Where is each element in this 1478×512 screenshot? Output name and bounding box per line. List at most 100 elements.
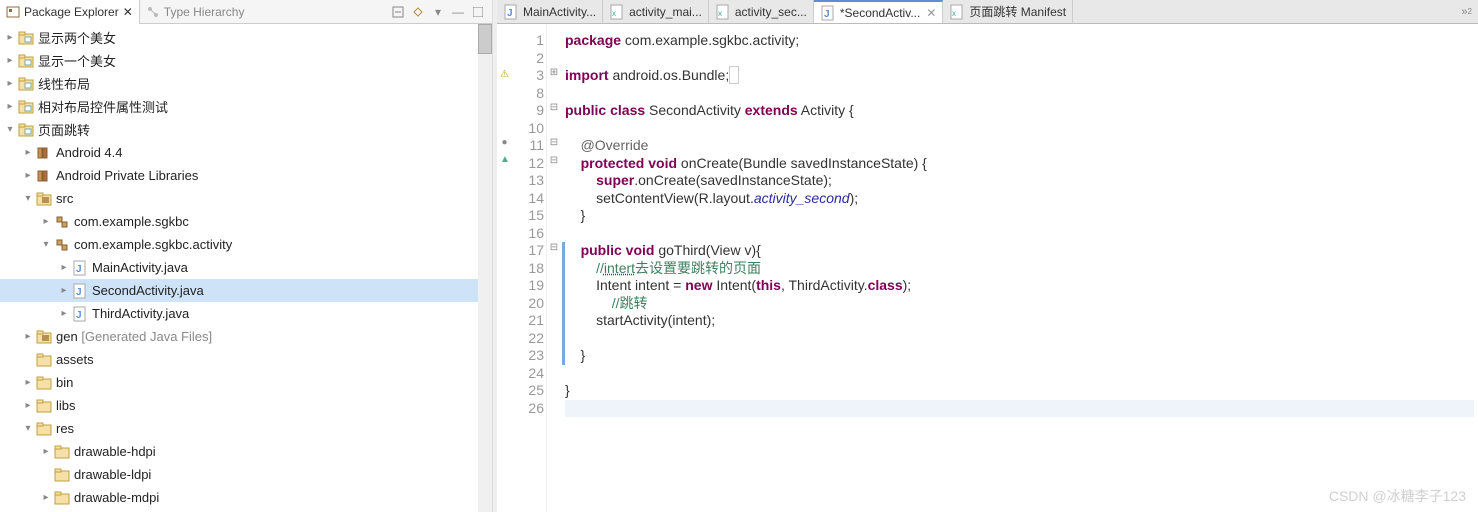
tree-item[interactable]: 显示一个美女: [0, 49, 492, 72]
editor-tab[interactable]: J*SecondActiv...✕: [814, 0, 944, 23]
line-number: 2: [512, 50, 546, 68]
tree-item-label: com.example.sgkbc.activity: [74, 237, 232, 252]
tree-item-label: MainActivity.java: [92, 260, 188, 275]
fold-toggle: [547, 382, 561, 400]
expand-arrow-icon[interactable]: [2, 32, 18, 43]
project-tree[interactable]: 显示两个美女显示一个美女线性布局相对布局控件属性测试页面跳转Android 4.…: [0, 24, 492, 512]
xml-file-icon: x: [609, 4, 625, 20]
tree-item[interactable]: Android Private Libraries: [0, 164, 492, 187]
fold-toggle: [547, 172, 561, 190]
expand-arrow-icon[interactable]: [20, 170, 36, 181]
line-number: 22: [512, 330, 546, 348]
tree-item-label: 相对布局控件属性测试: [38, 97, 168, 116]
expand-arrow-icon[interactable]: [20, 147, 36, 158]
view-menu-icon[interactable]: ▾: [430, 4, 446, 20]
expand-arrow-icon[interactable]: [38, 239, 54, 250]
editor-tab[interactable]: xactivity_mai...: [603, 0, 709, 23]
expand-arrow-icon[interactable]: [56, 308, 72, 319]
xml-file-icon: x: [715, 4, 731, 20]
editor-tab[interactable]: JMainActivity...: [497, 0, 603, 23]
expand-arrow-icon[interactable]: [20, 331, 36, 342]
panel-toolbar: ▾ —: [390, 4, 492, 20]
folder-icon: [36, 375, 52, 391]
expand-arrow-icon[interactable]: [56, 285, 72, 296]
tree-item[interactable]: com.example.sgkbc: [0, 210, 492, 233]
code-line: protected void onCreate(Bundle savedInst…: [565, 155, 1474, 173]
tree-item[interactable]: com.example.sgkbc.activity: [0, 233, 492, 256]
tree-item[interactable]: drawable-hdpi: [0, 440, 492, 463]
fold-toggle[interactable]: ⊟: [547, 155, 561, 173]
folder-icon: [54, 490, 70, 506]
expand-arrow-icon[interactable]: [56, 262, 72, 273]
code-line: [562, 330, 1474, 348]
tabs-overflow-icon[interactable]: »2: [1455, 0, 1478, 23]
expand-arrow-icon[interactable]: [38, 216, 54, 227]
package-explorer-tab[interactable]: Package Explorer ✕: [0, 0, 140, 24]
expand-arrow-icon[interactable]: [20, 400, 36, 411]
tree-item[interactable]: 页面跳转: [0, 118, 492, 141]
folder-icon: [36, 352, 52, 368]
expand-arrow-icon[interactable]: [38, 446, 54, 457]
code-line: //跳转: [562, 295, 1474, 313]
collapse-all-icon[interactable]: [390, 4, 406, 20]
proj-icon: [18, 53, 34, 69]
tree-item[interactable]: src: [0, 187, 492, 210]
editor-tab[interactable]: x页面跳转 Manifest: [943, 0, 1073, 23]
close-icon[interactable]: ✕: [926, 6, 936, 20]
expand-arrow-icon[interactable]: [2, 101, 18, 112]
tree-item[interactable]: gen [Generated Java Files]: [0, 325, 492, 348]
code-line: [565, 365, 1474, 383]
expand-arrow-icon[interactable]: [2, 78, 18, 89]
code-line: startActivity(intent);: [562, 312, 1474, 330]
expand-arrow-icon[interactable]: [2, 124, 18, 135]
minimize-icon[interactable]: —: [450, 4, 466, 20]
expand-arrow-icon[interactable]: [20, 423, 36, 434]
tree-item[interactable]: 相对布局控件属性测试: [0, 95, 492, 118]
tree-item[interactable]: Android 4.4: [0, 141, 492, 164]
tree-item[interactable]: assets: [0, 348, 492, 371]
fold-toggle[interactable]: ⊟: [547, 102, 561, 120]
java-icon: J: [72, 306, 88, 322]
fold-toggle: [547, 260, 561, 278]
srcfolder-icon: [36, 329, 52, 345]
expand-arrow-icon[interactable]: [2, 55, 18, 66]
expand-arrow-icon[interactable]: [38, 492, 54, 503]
expand-arrow-icon[interactable]: [20, 193, 36, 204]
tree-item[interactable]: J MainActivity.java: [0, 256, 492, 279]
link-editor-icon[interactable]: [410, 4, 426, 20]
tree-item-label: 线性布局: [38, 74, 90, 93]
pkg-icon: [54, 237, 70, 253]
line-number: 17: [512, 242, 546, 260]
java-icon: J: [72, 260, 88, 276]
tree-item[interactable]: bin: [0, 371, 492, 394]
tab-label: 页面跳转 Manifest: [969, 3, 1066, 20]
close-icon[interactable]: ✕: [123, 5, 133, 19]
expand-arrow-icon[interactable]: [20, 377, 36, 388]
editor-tab[interactable]: xactivity_sec...: [709, 0, 814, 23]
tree-item[interactable]: JThirdActivity.java: [0, 302, 492, 325]
maximize-icon[interactable]: [470, 4, 486, 20]
tree-item-label: SecondActivity.java: [92, 283, 204, 298]
code-line: [565, 225, 1474, 243]
code-line: [565, 120, 1474, 138]
tree-scrollbar[interactable]: [478, 24, 492, 512]
type-hierarchy-tab[interactable]: Type Hierarchy: [140, 0, 251, 24]
gutter-marker: [497, 83, 512, 100]
tree-item[interactable]: drawable-mdpi: [0, 486, 492, 509]
fold-toggle: [547, 330, 561, 348]
line-number: 16: [512, 225, 546, 243]
code-area[interactable]: package com.example.sgkbc.activity; impo…: [561, 24, 1478, 512]
fold-toggle[interactable]: ⊟: [547, 242, 561, 260]
tree-item[interactable]: JSecondActivity.java: [0, 279, 492, 302]
fold-toggle: [547, 400, 561, 418]
fold-toggle: [547, 32, 561, 50]
tree-item[interactable]: 线性布局: [0, 72, 492, 95]
tree-item[interactable]: drawable-ldpi: [0, 463, 492, 486]
fold-toggle[interactable]: ⊟: [547, 137, 561, 155]
tree-item[interactable]: 显示两个美女: [0, 26, 492, 49]
tab-label: MainActivity...: [523, 5, 596, 19]
tree-item[interactable]: libs: [0, 394, 492, 417]
tree-item[interactable]: res: [0, 417, 492, 440]
gutter-marker: [497, 372, 512, 389]
fold-toggle[interactable]: ⊞: [547, 67, 561, 85]
